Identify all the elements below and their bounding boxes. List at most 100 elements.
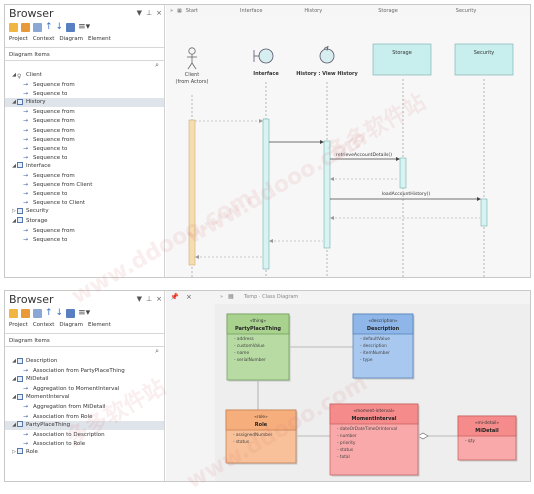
new-folder-icon[interactable] [9,23,18,32]
tab-context[interactable]: Context [33,36,55,42]
menu-icon[interactable]: ≡▾ [78,309,90,318]
dropdown-icon[interactable]: ▼ [137,9,142,17]
pin-icon[interactable]: ⊥ [146,9,152,17]
tree-element-node[interactable]: ◢♀ Client [5,71,164,80]
settings-icon[interactable] [66,309,76,318]
tree-element-node[interactable]: ◢ PartyPlaceThing [5,420,164,430]
close-icon[interactable]: × [186,293,192,301]
close-icon[interactable]: × [156,9,162,17]
diagram-icon: ▦ [228,293,234,300]
tree-connector-item[interactable]: → Sequence from Client [5,180,164,189]
tree-connector-item[interactable]: → Sequence to Client [5,198,164,207]
class-icon [17,357,23,364]
tree-connector-item[interactable]: → Sequence from [5,171,164,180]
tab-element[interactable]: Element [88,36,111,42]
tree-item-label: Association from Role [33,413,93,420]
tree-connector-item[interactable]: → Sequence to [5,189,164,198]
activation-security [480,198,488,227]
class-diagram-area: 📌 × » ▦ Temp · Class Diagram «thing» Part… [166,291,530,481]
tree-element-node[interactable]: ▷ Security [5,207,164,216]
menu-icon[interactable]: ≡▾ [78,23,90,32]
new-diagram-icon[interactable] [33,309,42,318]
tree-connector-item[interactable]: → Sequence to [5,235,164,244]
tree-connector-item[interactable]: → Aggregation from MiDetail [5,402,164,411]
tree-connector-item[interactable]: → Sequence to [5,153,164,162]
tab-project[interactable]: Project [9,36,28,42]
tree-connector-item[interactable]: → Sequence from [5,226,164,235]
class-stereotype: «mi-detail» [475,420,500,426]
tree-connector-item[interactable]: → Sequence to [5,144,164,153]
tree-connector-item[interactable]: → Sequence to [5,89,164,98]
class-icon [17,375,23,382]
new-package-icon[interactable] [21,23,30,32]
tree-connector-item[interactable]: → Association from Role [5,412,164,421]
connector-arrow-icon: → [23,135,29,143]
header-tab-security[interactable]: Security [456,8,477,14]
search-icon[interactable]: ⌕ [155,61,159,70]
tab-element[interactable]: Element [88,322,111,328]
move-up-icon[interactable]: ↑ [45,309,53,318]
move-up-icon[interactable]: ↑ [45,23,53,32]
tree-connector-item[interactable]: → Sequence from [5,126,164,135]
tree-connector-item[interactable]: → Aggregation to MomentInterval [5,384,164,393]
tab-diagram[interactable]: Diagram [59,322,83,328]
move-down-icon[interactable]: ↓ [56,309,64,318]
class-attribute: - itemNumber [360,350,390,356]
dropdown-icon[interactable]: ▼ [137,295,142,303]
search-icon[interactable]: ⌕ [155,347,159,356]
tree-element-node[interactable]: ◢ History [5,98,164,108]
tree-item-label: PartyPlaceThing [26,421,71,428]
tab-context[interactable]: Context [33,322,55,328]
tree-element-node[interactable]: ◢ MiDetail [5,375,164,384]
header-tab-start[interactable]: Start [186,8,198,14]
tree-element-node[interactable]: ▷ Role [5,448,164,457]
collapse-icon[interactable]: » [170,8,173,14]
tab-project[interactable]: Project [9,322,28,328]
tree-connector-item[interactable]: → Association from PartyPlaceThing [5,366,164,375]
browser-window-controls: ▼ ⊥ × [137,9,162,17]
class-icon [17,207,23,214]
divider [5,47,164,48]
pin-icon[interactable]: 📌 [170,293,179,301]
tree-connector-item[interactable]: → Sequence from [5,80,164,89]
tree-connector-item[interactable]: → Association to Role [5,439,164,448]
diagram-title: Temp · Class Diagram [244,294,299,300]
header-tab-history[interactable]: History [304,8,322,14]
new-diagram-icon[interactable] [33,23,42,32]
class-stereotype: «moment-interval» [353,408,395,414]
settings-icon[interactable] [66,23,76,32]
connector-arrow-icon: → [23,385,29,393]
sequence-diagram-area: » ▦ Start Interface History Storage Secu… [166,5,530,277]
class-name: PartyPlaceThing [235,326,281,332]
connector-arrow-icon: → [23,117,29,125]
lifeline-storage-box[interactable] [372,43,432,76]
tree-item-label: Sequence to [33,154,68,161]
section-label: Diagram Items [9,52,50,58]
tree-item-label: Description [26,358,58,364]
pin-icon[interactable]: ⊥ [146,295,152,303]
tree-element-node[interactable]: ◢ Description [5,357,164,366]
browser-title: Browser [9,7,54,20]
connector-arrow-icon: → [23,199,29,207]
tree-element-node[interactable]: ◢ Interface [5,162,164,171]
close-icon[interactable]: × [156,295,162,303]
tab-diagram[interactable]: Diagram [59,36,83,42]
tree-element-node[interactable]: ◢ Storage [5,217,164,226]
tree-connector-item[interactable]: → Sequence from [5,135,164,144]
header-tab-interface[interactable]: Interface [240,8,262,14]
sequence-diagram-canvas: Client (from Actors) Interface History :… [166,17,530,277]
new-folder-icon[interactable] [9,309,18,318]
tree-element-node[interactable]: ◢ MomentInterval [5,393,164,402]
class-icon [17,448,23,455]
tree-connector-item[interactable]: → Association to Description [5,430,164,439]
class-attribute: - priority [337,440,356,446]
collapse-icon[interactable]: » [220,294,223,300]
tree-item-label: MomentInterval [26,394,70,401]
class-stereotype: «description» [368,318,398,324]
header-tab-storage[interactable]: Storage [378,8,398,14]
tree-connector-item[interactable]: → Sequence from [5,107,164,116]
tree-connector-item[interactable]: → Sequence from [5,116,164,125]
move-down-icon[interactable]: ↓ [56,23,64,32]
new-package-icon[interactable] [21,309,30,318]
lifeline-security-box[interactable] [454,43,514,76]
